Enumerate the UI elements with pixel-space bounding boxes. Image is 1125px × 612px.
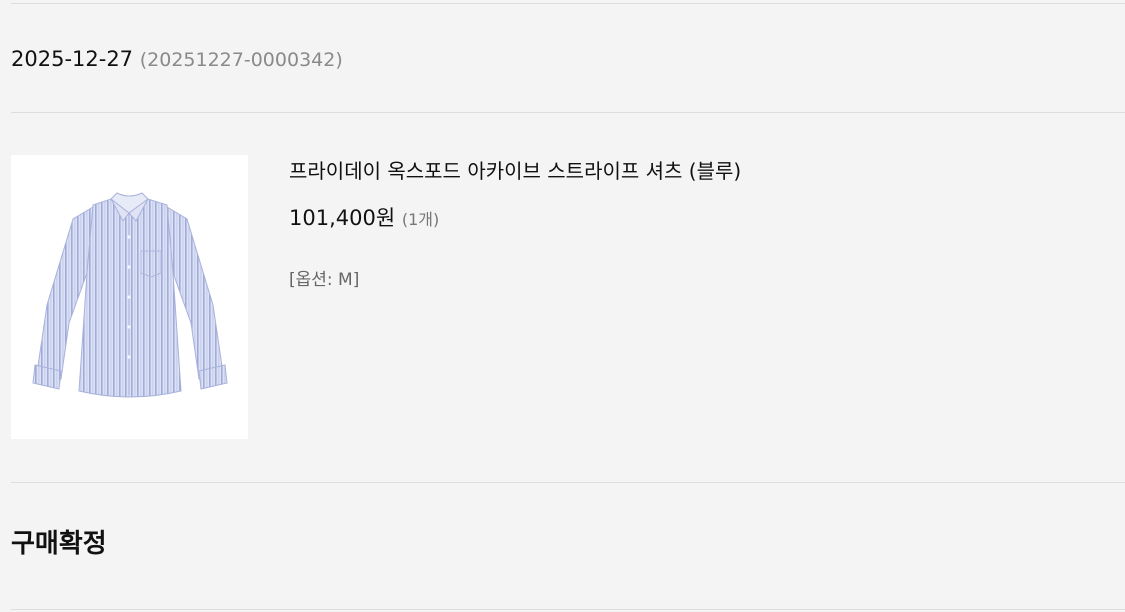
- order-date: 2025-12-27: [11, 47, 134, 71]
- order-header: 2025-12-27 (20251227-0000342): [11, 45, 343, 74]
- price-line: 101,400원 (1개): [289, 203, 439, 235]
- order-divider: [11, 112, 1125, 113]
- bottom-divider: [11, 609, 1125, 610]
- product-name[interactable]: 프라이데이 옥스포드 아카이브 스트라이프 셔츠 (블루): [289, 157, 741, 185]
- shirt-image: [32, 192, 228, 398]
- product-quantity: (1개): [401, 210, 440, 229]
- top-divider: [11, 3, 1125, 4]
- product-thumbnail[interactable]: [11, 155, 248, 439]
- order-status: 구매확정: [11, 529, 107, 559]
- product-option: [옵션: M]: [289, 270, 360, 290]
- order-number: (20251227-0000342): [139, 49, 343, 71]
- product-divider: [11, 482, 1125, 483]
- product-price: 101,400원: [289, 206, 396, 230]
